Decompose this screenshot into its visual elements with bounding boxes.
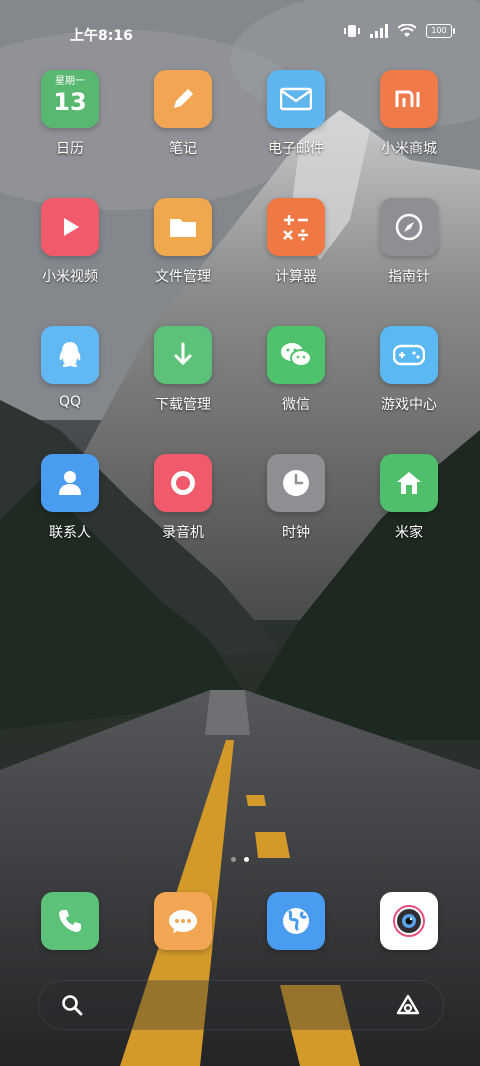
app-label: 指南针 [388,269,430,285]
page-dot [231,857,236,862]
pencil-icon [154,70,212,128]
status-time: 上午8:16 [70,28,133,44]
app-label: 时钟 [282,525,310,541]
status-icons: 100 [344,24,455,38]
app-label: QQ [58,394,82,410]
app-label: 录音机 [162,525,204,541]
search-bar[interactable] [38,980,444,1030]
calendar-weekday: 星期一 [55,76,85,87]
clock-icon [267,454,325,512]
ai-assistant-icon[interactable] [395,993,421,1017]
wechat-icon [267,326,325,384]
app-mi-store[interactable]: 小米商城 [359,70,459,158]
search-icon[interactable] [61,994,83,1016]
contact-icon [41,454,99,512]
battery-icon: 100 [426,24,455,38]
globe-icon [267,892,325,950]
play-icon [41,198,99,256]
recorder-icon [154,454,212,512]
dock-messages[interactable] [133,892,233,950]
message-icon [154,892,212,950]
app-label: 米家 [395,525,423,541]
home-icon [380,454,438,512]
calendar-day: 13 [53,88,87,116]
app-label: 文件管理 [155,269,211,285]
dock-phone[interactable] [20,892,120,950]
app-label: 微信 [282,397,310,413]
app-notes[interactable]: 笔记 [133,70,233,158]
app-file-manager[interactable]: 文件管理 [133,198,233,286]
app-mi-video[interactable]: 小米视频 [20,198,120,286]
app-label: 小米商城 [381,141,437,157]
status-bar: 上午8:16 100 [0,0,480,66]
calculator-icon [267,198,325,256]
app-label: 电子邮件 [268,141,324,157]
wifi-icon [398,24,416,37]
qq-penguin-icon [41,326,99,384]
dock-camera[interactable] [359,892,459,950]
compass-icon [380,198,438,256]
page-indicator [0,857,480,862]
app-clock[interactable]: 时钟 [246,454,346,542]
app-mi-home[interactable]: 米家 [359,454,459,542]
app-label: 小米视频 [42,269,98,285]
app-label: 联系人 [49,525,91,541]
app-download-manager[interactable]: 下载管理 [133,326,233,414]
camera-icon [380,892,438,950]
app-compass[interactable]: 指南针 [359,198,459,286]
download-icon [154,326,212,384]
mail-icon [267,70,325,128]
signal-icon [370,24,388,38]
mi-store-icon [380,70,438,128]
calendar-icon: 星期一 13 [41,70,99,128]
app-label: 游戏中心 [381,397,437,413]
app-calculator[interactable]: 计算器 [246,198,346,286]
app-email[interactable]: 电子邮件 [246,70,346,158]
app-label: 笔记 [169,141,197,157]
app-calendar[interactable]: 星期一 13 日历 [20,70,120,158]
app-wechat[interactable]: 微信 [246,326,346,414]
phone-icon [41,892,99,950]
dock-browser[interactable] [246,892,346,950]
app-label: 下载管理 [155,397,211,413]
app-recorder[interactable]: 录音机 [133,454,233,542]
app-label: 计算器 [275,269,317,285]
app-contacts[interactable]: 联系人 [20,454,120,542]
page-dot-active [244,857,249,862]
gamepad-icon [380,326,438,384]
vibrate-icon [344,25,360,37]
battery-level: 100 [431,26,447,35]
app-qq[interactable]: QQ [20,326,120,410]
app-label: 日历 [56,141,84,157]
folder-icon [154,198,212,256]
app-game-center[interactable]: 游戏中心 [359,326,459,414]
